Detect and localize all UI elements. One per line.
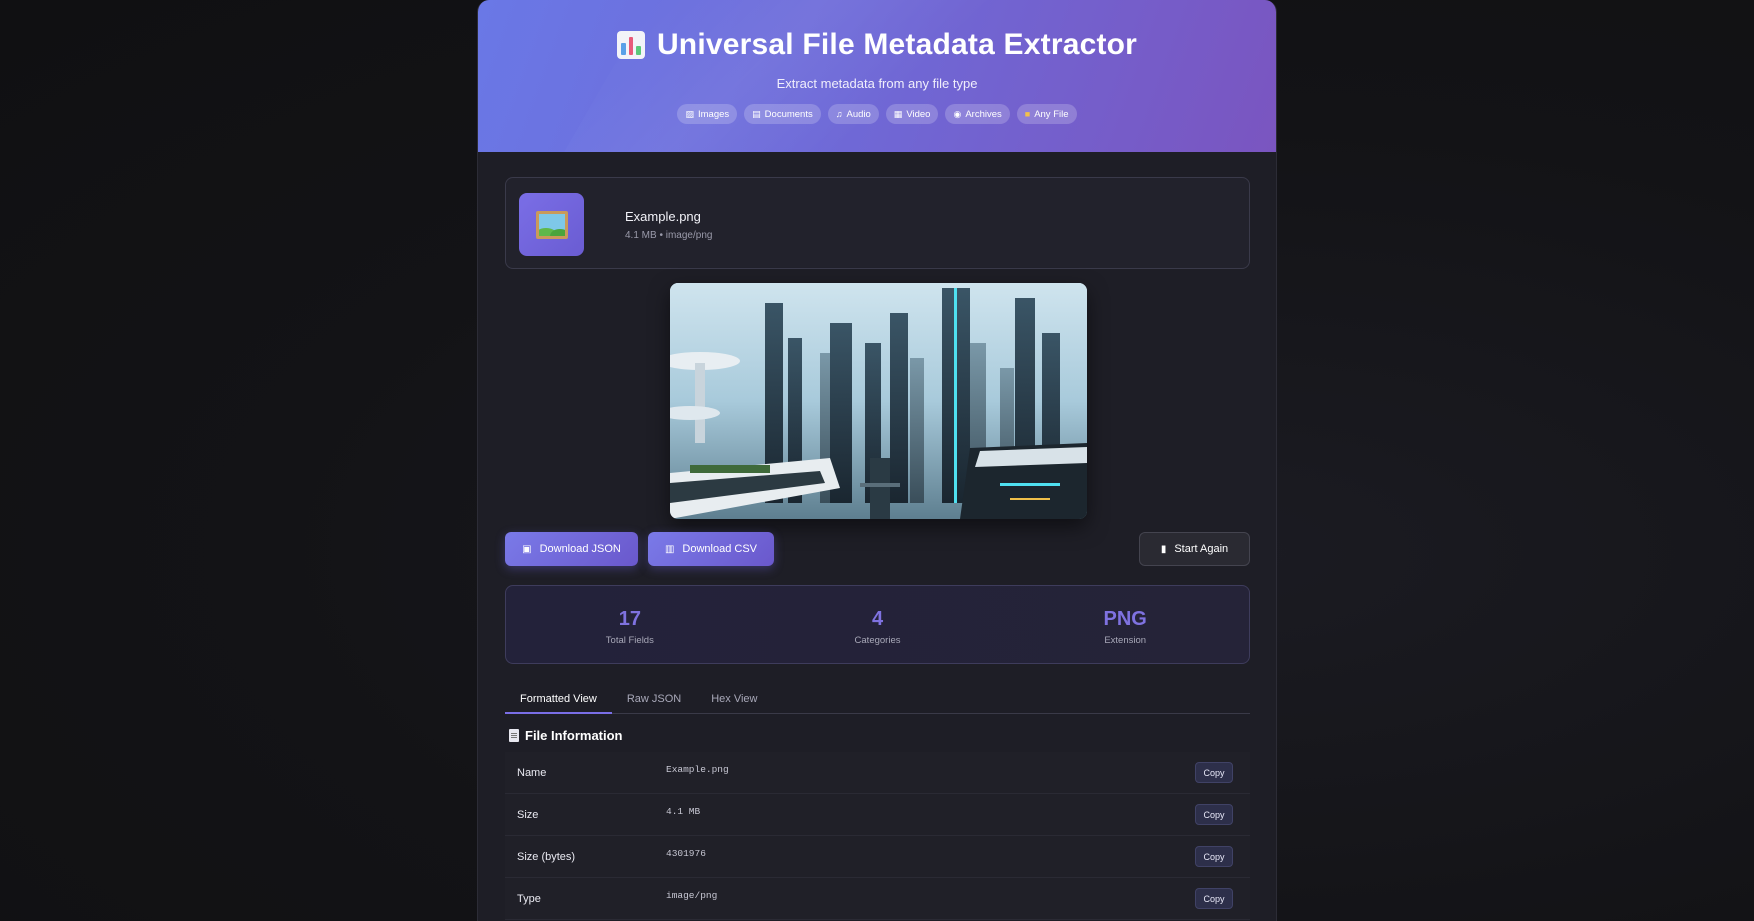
table-row: Type image/png Copy [505, 878, 1250, 920]
file-thumbnail [519, 193, 584, 256]
copy-button[interactable]: Copy [1195, 846, 1233, 867]
download-csv-label: Download CSV [682, 543, 758, 555]
pill-audio: ♫ Audio [827, 104, 879, 124]
view-tabs: Formatted View Raw JSON Hex View [505, 689, 1250, 714]
document-icon [509, 729, 519, 742]
stat-extension: PNG Extension [1001, 586, 1249, 663]
stat-label: Categories [854, 635, 901, 646]
film-icon: ▦ [893, 108, 903, 119]
app-container: Universal File Metadata Extractor Extrac… [477, 0, 1277, 921]
folder-icon: ■ [1024, 108, 1031, 119]
trash-icon: ▮ [1160, 543, 1167, 555]
pill-any-file: ■ Any File [1016, 104, 1077, 124]
table-row: Size (bytes) 4301976 Copy [505, 836, 1250, 878]
archive-icon: ◉ [953, 108, 962, 119]
download-csv-button[interactable]: ▥ Download CSV [648, 532, 774, 566]
page-title: Universal File Metadata Extractor [656, 28, 1138, 61]
download-json-button[interactable]: ▣ Download JSON [505, 532, 638, 566]
stat-value: 4 [871, 608, 884, 630]
tab-raw-json[interactable]: Raw JSON [612, 689, 696, 714]
field-key: Type [517, 892, 541, 905]
stats-panel: 17 Total Fields 4 Categories PNG Extensi… [505, 585, 1250, 664]
field-key: Size [517, 808, 539, 821]
file-type-pills: ▨ Images ▤ Documents ♫ Audio ▦ Video ◉ Archiv… [478, 104, 1276, 124]
music-icon: ♫ [835, 108, 843, 119]
download-json-label: Download JSON [539, 543, 621, 555]
tab-formatted-view[interactable]: Formatted View [505, 689, 612, 714]
tab-hex-view[interactable]: Hex View [696, 689, 772, 714]
file-name: Example.png [625, 209, 701, 224]
section-header: File Information [509, 728, 623, 743]
field-value: 4.1 MB [666, 806, 701, 817]
pill-label: Archives [965, 108, 1002, 120]
floppy-disk-icon: ▣ [522, 543, 532, 555]
pill-label: Audio [846, 108, 871, 120]
preview-image [670, 283, 1087, 519]
field-value: 4301976 [666, 848, 706, 859]
stat-total-fields: 17 Total Fields [506, 586, 754, 663]
stat-label: Total Fields [605, 635, 654, 646]
stat-categories: 4 Categories [754, 586, 1002, 663]
image-icon: ▨ [685, 108, 694, 119]
title-row: Universal File Metadata Extractor [478, 0, 1276, 62]
field-key: Name [517, 766, 547, 779]
file-info-card: Example.png 4.1 MB • image/png [505, 177, 1250, 269]
start-again-button[interactable]: ▮ Start Again [1139, 532, 1250, 566]
pill-images: ▨ Images [677, 104, 738, 124]
table-row: Size 4.1 MB Copy [505, 794, 1250, 836]
bar-chart-icon [616, 31, 645, 59]
stat-value: PNG [1103, 608, 1147, 630]
field-key: Size (bytes) [517, 850, 576, 863]
stat-value: 17 [618, 608, 641, 630]
field-value: Example.png [666, 764, 729, 775]
pill-label: Any File [1034, 108, 1069, 120]
stat-label: Extension [1104, 635, 1147, 646]
bar-chart-icon: ▥ [664, 543, 675, 555]
copy-button[interactable]: Copy [1195, 888, 1233, 909]
page-subtitle: Extract metadata from any file type [776, 76, 978, 91]
section-title: File Information [525, 728, 623, 743]
pill-label: Documents [764, 108, 813, 120]
start-again-label: Start Again [1174, 543, 1229, 555]
pill-label: Video [906, 108, 931, 120]
metadata-table: Name Example.png Copy Size 4.1 MB Copy S… [505, 752, 1250, 920]
pill-video: ▦ Video [885, 104, 939, 124]
pill-label: Images [698, 108, 730, 120]
field-value: image/png [666, 890, 718, 901]
image-preview [670, 283, 1087, 519]
document-icon: ▤ [752, 108, 761, 119]
app-header: Universal File Metadata Extractor Extrac… [478, 0, 1276, 152]
file-meta: 4.1 MB • image/png [625, 230, 713, 241]
table-row: Name Example.png Copy [505, 752, 1250, 794]
copy-button[interactable]: Copy [1195, 804, 1233, 825]
copy-button[interactable]: Copy [1195, 762, 1233, 783]
pill-archives: ◉ Archives [945, 104, 1010, 124]
pill-documents: ▤ Documents [744, 104, 821, 124]
picture-icon [535, 210, 568, 239]
